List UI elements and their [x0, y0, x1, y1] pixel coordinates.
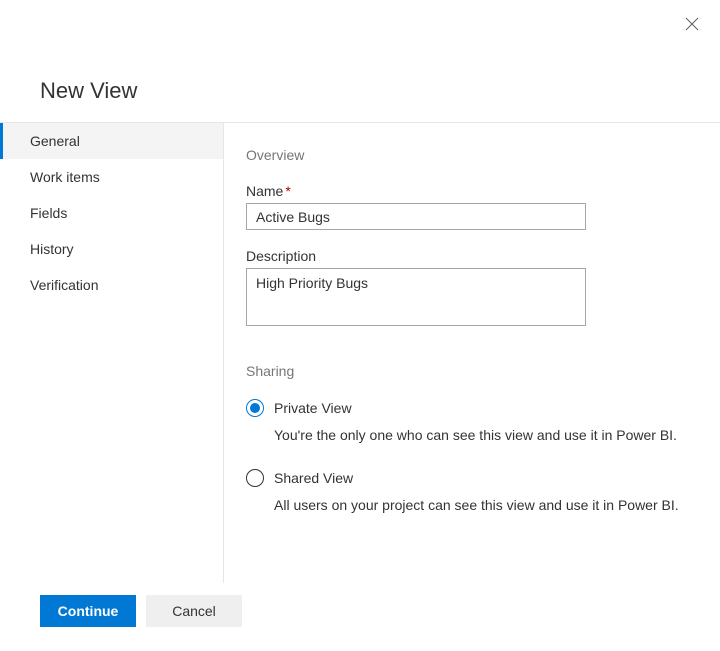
- required-indicator: *: [285, 183, 290, 199]
- content-panel: Overview Name* Description Sharing Priva…: [224, 123, 720, 583]
- radio-icon: [246, 399, 264, 417]
- dialog-header: New View: [0, 0, 720, 122]
- description-input[interactable]: [246, 268, 586, 326]
- sidebar-item-label: General: [30, 133, 80, 149]
- sidebar-item-label: Verification: [30, 277, 98, 293]
- sidebar-item-history[interactable]: History: [0, 231, 223, 267]
- continue-button[interactable]: Continue: [40, 595, 136, 627]
- sidebar: General Work items Fields History Verifi…: [0, 123, 224, 583]
- dialog-footer: Continue Cancel: [40, 595, 242, 627]
- close-icon: [685, 17, 699, 31]
- radio-shared-view[interactable]: Shared View: [246, 469, 680, 487]
- radio-label: Shared View: [274, 470, 353, 486]
- name-label: Name*: [246, 183, 680, 199]
- description-label: Description: [246, 248, 680, 264]
- sidebar-item-label: History: [30, 241, 74, 257]
- sidebar-item-work-items[interactable]: Work items: [0, 159, 223, 195]
- sharing-section-label: Sharing: [246, 363, 680, 379]
- sidebar-item-label: Work items: [30, 169, 100, 185]
- shared-view-description: All users on your project can see this v…: [274, 497, 680, 513]
- radio-private-view[interactable]: Private View: [246, 399, 680, 417]
- sidebar-item-label: Fields: [30, 205, 67, 221]
- overview-section-label: Overview: [246, 147, 680, 163]
- sidebar-item-general[interactable]: General: [0, 123, 223, 159]
- close-button[interactable]: [684, 16, 700, 32]
- radio-label: Private View: [274, 400, 352, 416]
- sidebar-item-fields[interactable]: Fields: [0, 195, 223, 231]
- cancel-button[interactable]: Cancel: [146, 595, 242, 627]
- private-view-description: You're the only one who can see this vie…: [274, 427, 680, 443]
- sidebar-item-verification[interactable]: Verification: [0, 267, 223, 303]
- dialog-title: New View: [40, 78, 720, 104]
- name-input[interactable]: [246, 203, 586, 230]
- radio-icon: [246, 469, 264, 487]
